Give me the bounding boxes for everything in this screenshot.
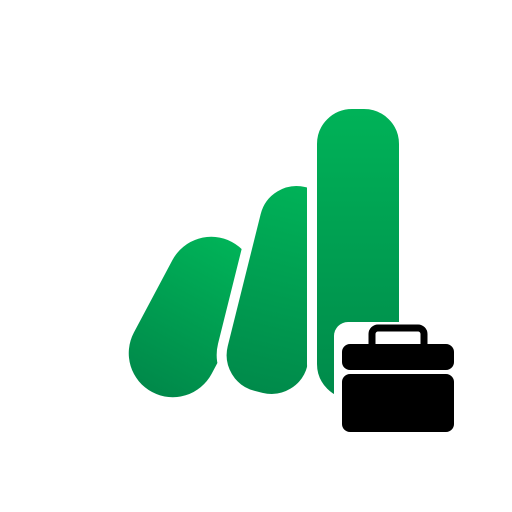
briefcase-icon — [334, 322, 462, 440]
app-icon-canvas — [0, 0, 512, 512]
finance-logo-icon — [128, 99, 462, 440]
